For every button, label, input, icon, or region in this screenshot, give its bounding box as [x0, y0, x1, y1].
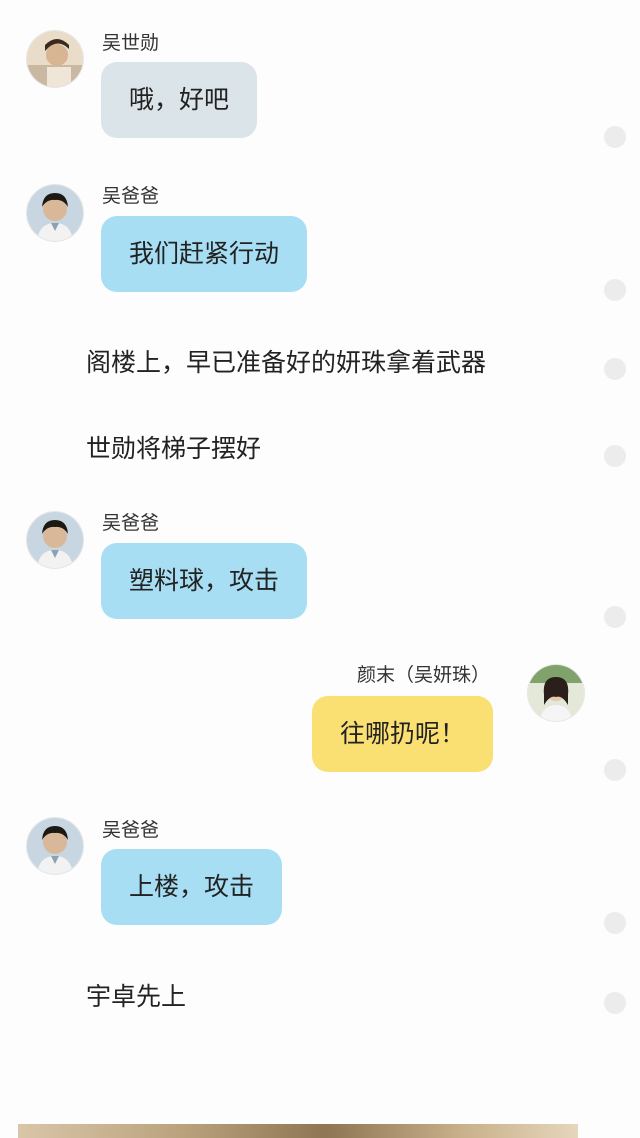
- chat-message-left: 吴爸爸 上楼，攻击: [0, 0, 640, 940]
- circle-dot-icon[interactable]: [604, 912, 626, 934]
- avatar-wu-father[interactable]: [27, 818, 83, 874]
- story-image[interactable]: [18, 1124, 578, 1138]
- narration-text: 宇卓先上: [86, 982, 187, 1011]
- sender-name: 吴爸爸: [102, 819, 160, 841]
- chat-screen: 吴世勋 哦，好吧 吴爸爸 我们赶紧行动 阁楼上，早已准备好的妍珠拿着武器 世勋将…: [0, 0, 640, 1138]
- message-bubble[interactable]: 上楼，攻击: [101, 849, 283, 925]
- circle-dot-icon[interactable]: [604, 992, 626, 1014]
